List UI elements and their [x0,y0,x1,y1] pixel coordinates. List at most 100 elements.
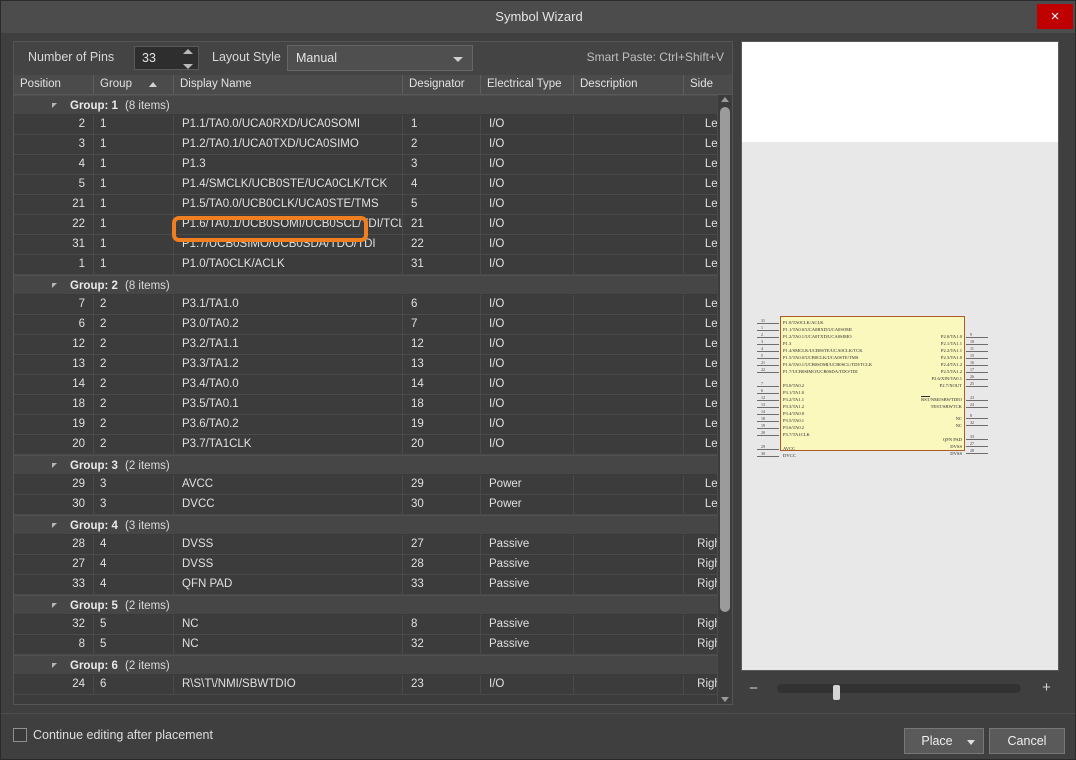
group-collapse-icon[interactable] [52,663,57,668]
cell-display-name[interactable]: DVSS [174,535,403,554]
cell-position[interactable]: 18 [14,395,94,414]
zoom-slider-track[interactable] [777,684,1021,693]
table-group-row[interactable]: Group: 2(8 items) [14,275,732,295]
group-collapse-icon[interactable] [52,523,57,528]
cell-group[interactable]: 1 [94,215,174,234]
cell-group[interactable]: 2 [94,395,174,414]
cell-description[interactable] [574,575,684,594]
stepper-down-icon[interactable] [183,64,193,69]
cell-description[interactable] [574,415,684,434]
cell-designator[interactable]: 23 [403,675,481,694]
cell-electrical-type[interactable]: I/O [481,135,574,154]
cell-description[interactable] [574,255,684,274]
table-group-row[interactable]: Group: 4(3 items) [14,515,732,535]
column-header-group[interactable]: Group [94,75,174,94]
cell-group[interactable]: 1 [94,175,174,194]
cell-position[interactable]: 6 [14,315,94,334]
cell-electrical-type[interactable]: I/O [481,115,574,134]
cell-designator[interactable]: 20 [403,435,481,454]
table-row[interactable]: 221P1.6/TA0.1/UCB0SOMI/UCB0SCL/TDI/TCLK2… [14,215,732,235]
table-row[interactable]: 246R\S\T\/NMI/SBWTDIO23I/ORight [14,675,732,695]
cell-electrical-type[interactable]: I/O [481,295,574,314]
cell-description[interactable] [574,175,684,194]
cell-designator[interactable]: 2 [403,135,481,154]
table-row[interactable]: 31P1.2/TA0.1/UCA0TXD/UCA0SIMO2I/OLeft [14,135,732,155]
cell-electrical-type[interactable]: Passive [481,615,574,634]
cell-position[interactable]: 1 [14,255,94,274]
cell-display-name[interactable]: P1.5/TA0.0/UCB0CLK/UCA0STE/TMS [174,195,403,214]
cell-position[interactable]: 20 [14,435,94,454]
cell-electrical-type[interactable]: Passive [481,535,574,554]
column-header-side[interactable]: Side [684,75,732,94]
cell-electrical-type[interactable]: I/O [481,175,574,194]
cell-display-name[interactable]: R\S\T\/NMI/SBWTDIO [174,675,403,694]
cell-electrical-type[interactable]: I/O [481,235,574,254]
cell-position[interactable]: 32 [14,615,94,634]
table-row[interactable]: 41P1.33I/OLeft [14,155,732,175]
cell-display-name[interactable]: P1.3 [174,155,403,174]
preview-canvas[interactable]: P1.0/TA0CLK/ACLK31P1.1/TA0.0/UCA0RXD/UCA… [741,41,1059,671]
table-row[interactable]: 274DVSS28PassiveRight [14,555,732,575]
cell-description[interactable] [574,535,684,554]
stepper-arrows[interactable] [182,49,193,69]
cell-group[interactable]: 4 [94,535,174,554]
scroll-down-icon[interactable] [721,697,729,702]
cell-designator[interactable]: 13 [403,355,481,374]
cell-display-name[interactable]: P1.0/TA0CLK/ACLK [174,255,403,274]
cell-group[interactable]: 2 [94,335,174,354]
cell-electrical-type[interactable]: I/O [481,255,574,274]
cell-description[interactable] [574,675,684,694]
column-header-designator[interactable]: Designator [403,75,481,94]
cell-position[interactable]: 19 [14,415,94,434]
cell-display-name[interactable]: QFN PAD [174,575,403,594]
cell-group[interactable]: 2 [94,315,174,334]
cell-display-name[interactable]: P3.1/TA1.0 [174,295,403,314]
cell-group[interactable]: 3 [94,495,174,514]
cell-group[interactable]: 4 [94,555,174,574]
number-of-pins-stepper[interactable]: 33 [134,46,199,70]
cell-description[interactable] [574,115,684,134]
zoom-in-icon[interactable]: + [1040,681,1053,695]
cell-description[interactable] [574,295,684,314]
cell-display-name[interactable]: NC [174,615,403,634]
cell-electrical-type[interactable]: Power [481,475,574,494]
cell-description[interactable] [574,495,684,514]
column-header-position[interactable]: Position [14,75,94,94]
cell-description[interactable] [574,635,684,654]
cell-display-name[interactable]: P3.4/TA0.0 [174,375,403,394]
table-row[interactable]: 182P3.5/TA0.118I/OLeft [14,395,732,415]
table-row[interactable]: 293AVCC29PowerLeft [14,475,732,495]
cell-position[interactable]: 22 [14,215,94,234]
cell-description[interactable] [574,315,684,334]
zoom-out-icon[interactable]: − [747,682,760,695]
cell-electrical-type[interactable]: I/O [481,215,574,234]
table-row[interactable]: 311P1.7/UCB0SIMO/UCB0SDA/TDO/TDI22I/OLef… [14,235,732,255]
table-row[interactable]: 51P1.4/SMCLK/UCB0STE/UCA0CLK/TCK4I/OLeft [14,175,732,195]
cell-position[interactable]: 8 [14,635,94,654]
cell-group[interactable]: 1 [94,235,174,254]
cell-display-name[interactable]: DVCC [174,495,403,514]
cell-position[interactable]: 2 [14,115,94,134]
cell-designator[interactable]: 21 [403,215,481,234]
cell-electrical-type[interactable]: Passive [481,635,574,654]
cell-electrical-type[interactable]: I/O [481,195,574,214]
cell-description[interactable] [574,435,684,454]
column-header-description[interactable]: Description [574,75,684,94]
cell-display-name[interactable]: P1.6/TA0.1/UCB0SOMI/UCB0SCL/TDI/TCLK [174,215,403,234]
cell-designator[interactable]: 7 [403,315,481,334]
table-row[interactable]: 132P3.3/TA1.213I/OLeft [14,355,732,375]
cell-position[interactable]: 3 [14,135,94,154]
cell-display-name[interactable]: DVSS [174,555,403,574]
cell-designator[interactable]: 31 [403,255,481,274]
cell-display-name[interactable]: AVCC [174,475,403,494]
cancel-button[interactable]: Cancel [989,728,1065,754]
cell-designator[interactable]: 18 [403,395,481,414]
zoom-slider-thumb[interactable] [833,685,840,700]
scrollbar-thumb[interactable] [720,107,730,612]
cell-position[interactable]: 30 [14,495,94,514]
table-row[interactable]: 325NC8PassiveRight [14,615,732,635]
cell-electrical-type[interactable]: I/O [481,395,574,414]
cell-position[interactable]: 7 [14,295,94,314]
table-row[interactable]: 21P1.1/TA0.0/UCA0RXD/UCA0SOMI1I/OLeft [14,115,732,135]
cell-description[interactable] [574,215,684,234]
